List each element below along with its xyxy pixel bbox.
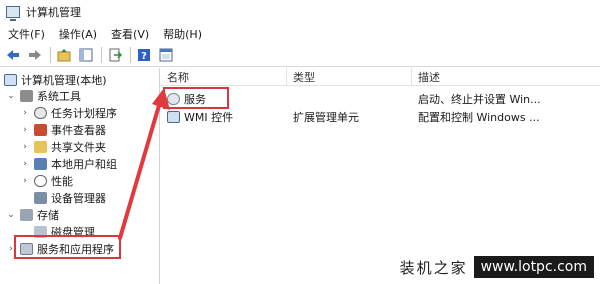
list-row-wmi-control[interactable]: WMI 控件 扩展管理单元 配置和控制 Windows ... xyxy=(161,108,600,126)
window-title: 计算机管理 xyxy=(26,6,81,19)
chevron-right-icon[interactable]: › xyxy=(6,244,16,254)
tree-item-disk-management[interactable]: 磁盘管理 xyxy=(34,224,95,240)
tree-services-apps-label: 服务和应用程序 xyxy=(37,243,114,256)
clock-icon xyxy=(34,107,47,119)
menu-file[interactable]: 文件(F) xyxy=(8,26,45,42)
column-header-type-label: 类型 xyxy=(293,70,315,84)
list-cell-type xyxy=(293,90,411,108)
chevron-right-icon[interactable]: › xyxy=(20,159,30,169)
list-cell-name: 服务 xyxy=(167,90,287,108)
device-manager-icon xyxy=(34,192,47,204)
export-list-icon[interactable] xyxy=(106,46,124,64)
tree-system-tools[interactable]: ⌄ 系统工具 xyxy=(6,88,81,104)
tree-item-label: 设备管理器 xyxy=(51,192,106,205)
help-icon[interactable]: ? xyxy=(135,46,153,64)
console-tree: 计算机管理(本地) ⌄ 系统工具 › 任务计划程序 › 事件查看器 › 共享文件… xyxy=(0,68,160,284)
list-cell-name-label: 服务 xyxy=(184,93,206,106)
services-apps-icon xyxy=(20,243,33,255)
chevron-right-icon[interactable]: › xyxy=(20,142,30,152)
tree-item-label: 任务计划程序 xyxy=(51,107,117,120)
tree-services-and-apps[interactable]: › 服务和应用程序 xyxy=(6,241,114,257)
users-icon xyxy=(34,158,47,170)
up-folder-icon[interactable] xyxy=(55,46,73,64)
tree-item-device-manager[interactable]: 设备管理器 xyxy=(34,190,106,206)
menu-help[interactable]: 帮助(H) xyxy=(163,26,202,42)
properties-icon[interactable] xyxy=(157,46,175,64)
title-bar: 计算机管理 xyxy=(0,0,600,24)
chevron-down-icon[interactable]: ⌄ xyxy=(6,210,16,220)
tree-item-event-viewer[interactable]: › 事件查看器 xyxy=(20,122,106,138)
toolbar-separator xyxy=(101,46,102,63)
tree-storage-label: 存储 xyxy=(37,209,59,222)
list-cell-name-label: WMI 控件 xyxy=(184,111,234,124)
shared-folder-icon xyxy=(34,141,47,153)
back-icon[interactable] xyxy=(4,46,22,64)
list-row-services[interactable]: 服务 启动、终止并设置 Win... xyxy=(161,90,600,108)
tree-item-label: 事件查看器 xyxy=(51,124,106,137)
menu-view[interactable]: 查看(V) xyxy=(111,26,149,42)
list-cell-description: 启动、终止并设置 Win... xyxy=(418,93,541,106)
show-hide-tree-icon[interactable] xyxy=(77,46,95,64)
watermark: 装机之家 www.lotpc.com xyxy=(400,256,594,278)
list-cell-type: 扩展管理单元 xyxy=(293,111,359,124)
chevron-right-icon[interactable]: › xyxy=(20,176,30,186)
svg-text:?: ? xyxy=(141,51,147,62)
tree-item-label: 本地用户和组 xyxy=(51,158,117,171)
tree-storage[interactable]: ⌄ 存储 xyxy=(6,207,59,223)
wmi-icon xyxy=(167,111,180,123)
column-header-type[interactable]: 类型 xyxy=(287,68,412,86)
tree-item-label: 性能 xyxy=(51,175,73,188)
forward-icon[interactable] xyxy=(26,46,44,64)
tree-item-label: 磁盘管理 xyxy=(51,226,95,239)
tree-system-tools-label: 系统工具 xyxy=(37,90,81,103)
watermark-url: www.lotpc.com xyxy=(473,256,594,278)
menu-action[interactable]: 操作(A) xyxy=(59,26,97,42)
details-pane: 名称 类型 描述 服务 启动、终止并设置 Win... WMI 控件 扩展管理单… xyxy=(161,68,600,284)
column-header-description[interactable]: 描述 xyxy=(412,68,600,86)
chevron-right-icon[interactable]: › xyxy=(20,108,30,118)
performance-icon xyxy=(34,175,47,187)
event-viewer-icon xyxy=(34,124,47,136)
tree-root[interactable]: 计算机管理(本地) xyxy=(4,72,107,88)
tree-item-task-scheduler[interactable]: › 任务计划程序 xyxy=(20,105,117,121)
gear-icon xyxy=(167,93,180,105)
toolbar: ? xyxy=(0,43,600,67)
toolbar-separator xyxy=(50,46,51,63)
chevron-right-icon[interactable]: › xyxy=(20,125,30,135)
column-header-description-label: 描述 xyxy=(418,70,440,84)
computer-icon xyxy=(4,74,17,86)
disk-icon xyxy=(34,226,47,238)
tools-icon xyxy=(20,90,33,102)
column-header-name-label: 名称 xyxy=(167,70,189,84)
toolbar-separator xyxy=(130,46,131,63)
tree-item-shared-folders[interactable]: › 共享文件夹 xyxy=(20,139,106,155)
tree-item-performance[interactable]: › 性能 xyxy=(20,173,73,189)
list-cell-description: 配置和控制 Windows ... xyxy=(418,111,540,124)
tree-item-local-users[interactable]: › 本地用户和组 xyxy=(20,156,117,172)
storage-icon xyxy=(20,209,33,221)
list-cell-name: WMI 控件 xyxy=(167,108,287,126)
chevron-down-icon[interactable]: ⌄ xyxy=(6,91,16,101)
watermark-text: 装机之家 xyxy=(399,258,468,277)
menu-bar: 文件(F) 操作(A) 查看(V) 帮助(H) xyxy=(0,24,600,43)
tree-root-label: 计算机管理(本地) xyxy=(21,74,107,87)
column-header-name[interactable]: 名称 xyxy=(161,68,287,86)
computer-management-icon xyxy=(6,6,20,21)
tree-item-label: 共享文件夹 xyxy=(51,141,106,154)
